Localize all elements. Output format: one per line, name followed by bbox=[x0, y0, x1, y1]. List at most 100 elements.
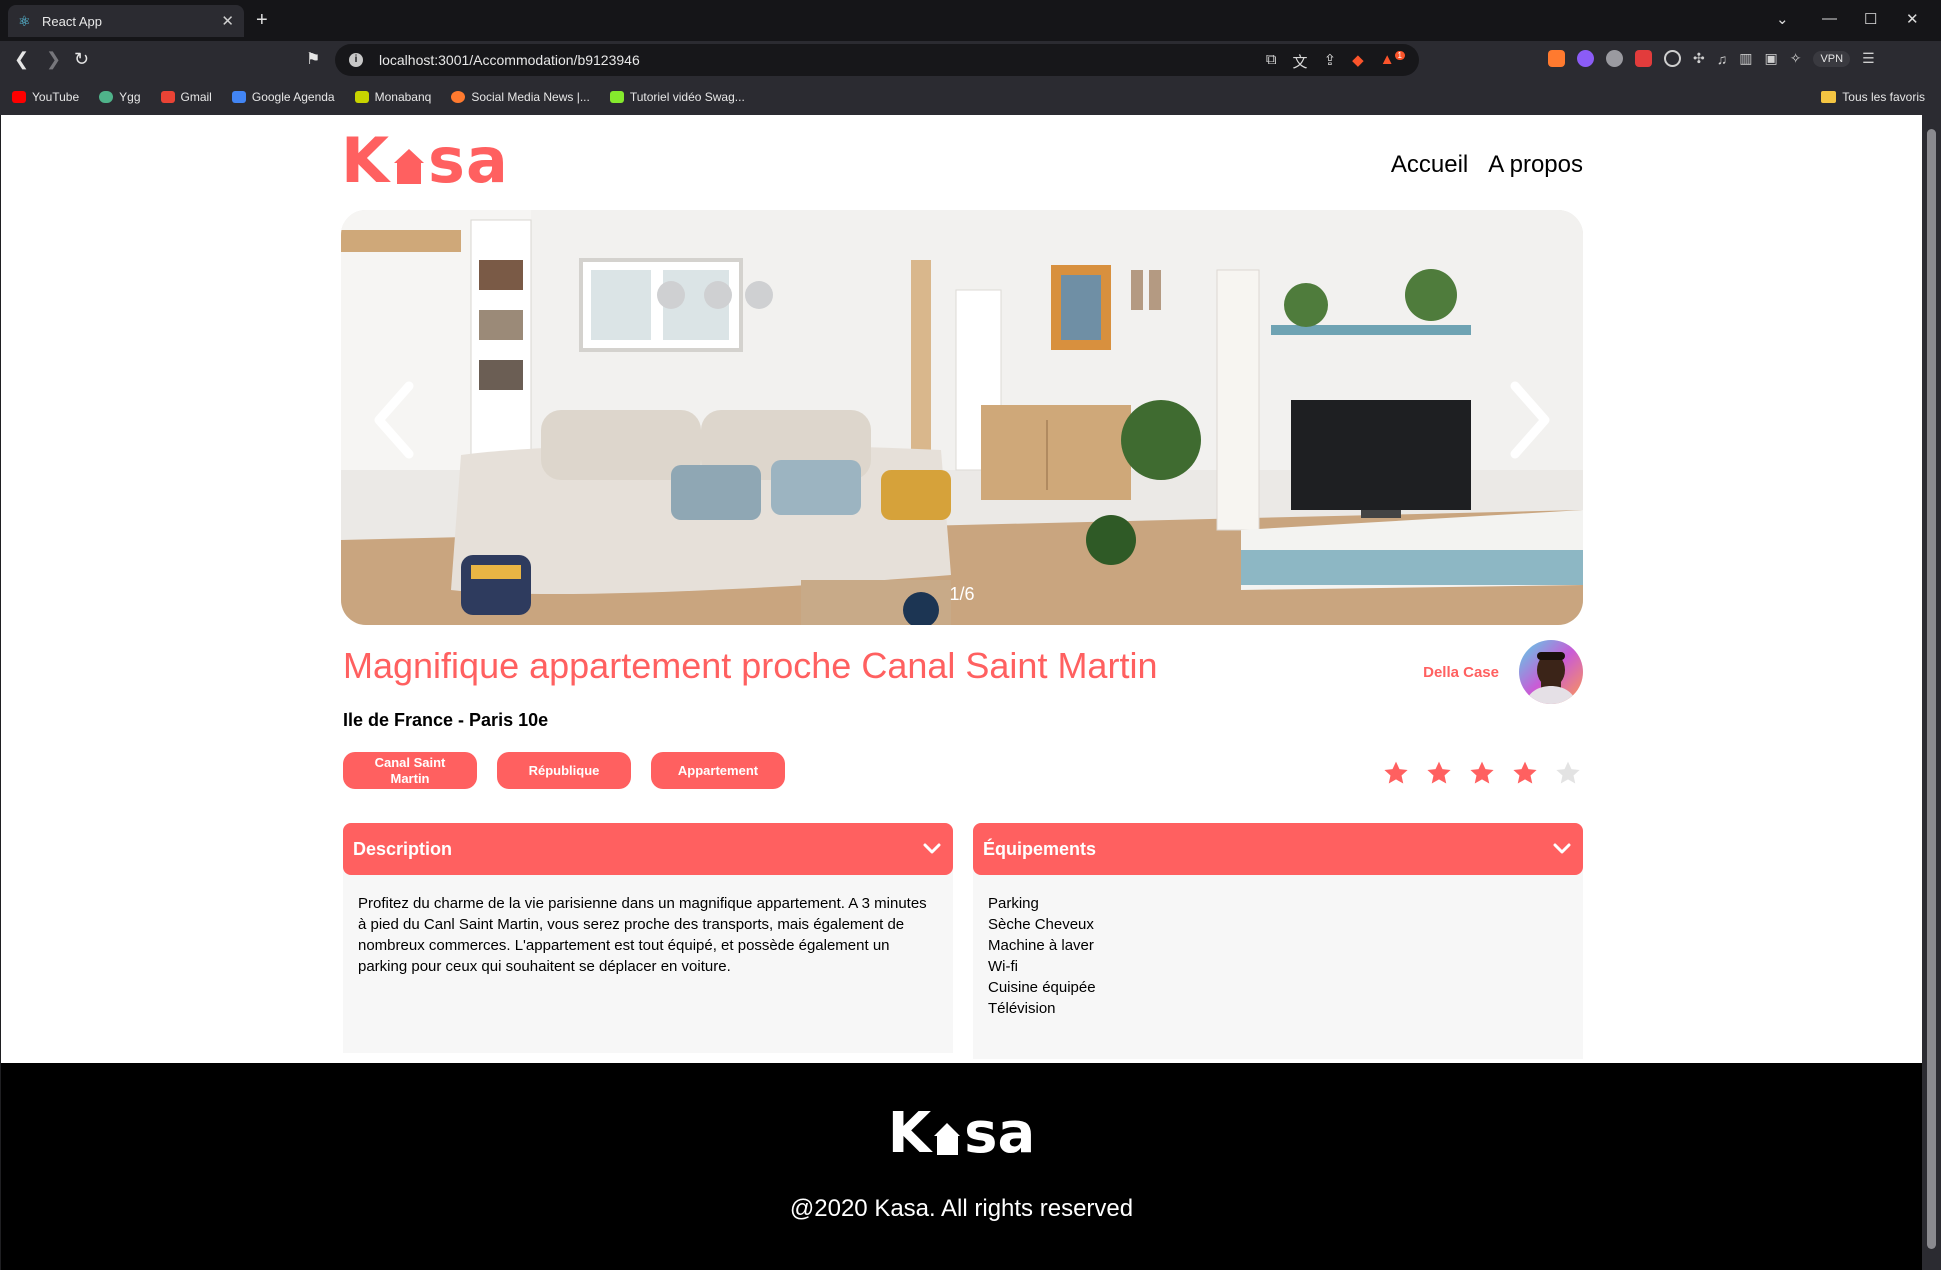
equipments-header[interactable]: Équipements bbox=[973, 823, 1583, 875]
new-tab-icon[interactable]: + bbox=[256, 9, 268, 32]
reload-icon[interactable]: ↻ bbox=[74, 49, 89, 70]
footer-logo-letter-k: K bbox=[887, 1101, 932, 1166]
list-item: Sèche Cheveux bbox=[988, 916, 1094, 933]
bookmark-ygg[interactable]: Ygg bbox=[99, 90, 141, 104]
logo-letter-k: K bbox=[341, 124, 391, 197]
url-text[interactable]: localhost:3001/Accommodation/b9123946 bbox=[379, 52, 640, 68]
site-footer: Ksa @2020 Kasa. All rights reserved bbox=[1, 1063, 1922, 1270]
url-bar[interactable]: i localhost:3001/Accommodation/b9123946 … bbox=[335, 44, 1419, 76]
browser-tab[interactable]: ⚛ React App ✕ bbox=[8, 5, 244, 37]
star-filled-icon bbox=[1513, 761, 1537, 784]
bookmark-social-media-news[interactable]: Social Media News |... bbox=[451, 90, 590, 104]
media-icon[interactable]: ♫ bbox=[1717, 51, 1728, 67]
minimize-icon[interactable]: — bbox=[1822, 10, 1837, 27]
extensions-row: ✣ ♫ ▥ ▣ ✧ VPN ☰ bbox=[1548, 50, 1875, 67]
kasa-logo[interactable]: Ksa bbox=[341, 124, 509, 197]
list-item: Parking bbox=[988, 895, 1039, 912]
address-toolbar: ❮ ❯ ↻ ⚑ i localhost:3001/Accommodation/b… bbox=[0, 41, 1941, 79]
bookmark-label: Google Agenda bbox=[251, 90, 335, 104]
house-icon bbox=[394, 149, 425, 185]
tab-search-chevron-icon[interactable]: ⌄ bbox=[1776, 10, 1789, 28]
site-info-icon[interactable]: i bbox=[349, 53, 363, 67]
house-icon bbox=[934, 1123, 961, 1155]
bookmark-label: Social Media News |... bbox=[471, 90, 590, 104]
bookmark-label: Monabanq bbox=[374, 90, 432, 104]
maximize-icon[interactable]: ☐ bbox=[1864, 10, 1877, 28]
chevron-down-icon[interactable] bbox=[1553, 843, 1571, 855]
equipments-body: Parking Sèche Cheveux Machine à laver Wi… bbox=[973, 867, 1583, 1059]
extension-5-icon[interactable] bbox=[1664, 50, 1681, 67]
equipments-title: Équipements bbox=[983, 838, 1097, 859]
photo-carousel: 1/6 bbox=[341, 210, 1583, 625]
extension-1-icon[interactable] bbox=[1548, 50, 1565, 67]
all-bookmarks-label: Tous les favoris bbox=[1842, 90, 1925, 104]
bookmarks-bar: YouTube Ygg Gmail Google Agenda Monabanq… bbox=[0, 79, 1941, 115]
bookmark-label: Gmail bbox=[180, 90, 212, 104]
folder-icon bbox=[1821, 91, 1837, 103]
extension-4-icon[interactable] bbox=[1635, 50, 1652, 67]
back-icon[interactable]: ❮ bbox=[14, 49, 29, 70]
extension-3-icon[interactable] bbox=[1606, 50, 1623, 67]
menu-icon[interactable]: ☰ bbox=[1862, 50, 1875, 67]
brave-rewards-icon[interactable]: ▲ 1 bbox=[1380, 51, 1405, 72]
vpn-button[interactable]: VPN bbox=[1813, 50, 1851, 67]
host-info: Della Case bbox=[1423, 640, 1583, 704]
description-header[interactable]: Description bbox=[343, 823, 953, 875]
page-scrollbar[interactable] bbox=[1922, 115, 1941, 1270]
star-rating bbox=[1383, 760, 1581, 786]
chevron-down-icon[interactable] bbox=[923, 843, 941, 855]
share-icon[interactable]: ⇪ bbox=[1324, 51, 1337, 72]
all-bookmarks[interactable]: Tous les favoris bbox=[1821, 90, 1925, 104]
close-tab-icon[interactable]: ✕ bbox=[221, 12, 234, 30]
nav-link-about[interactable]: A propos bbox=[1488, 151, 1583, 179]
star-filled-icon bbox=[1384, 761, 1408, 784]
bookmark-label: YouTube bbox=[32, 90, 80, 104]
next-arrow-icon[interactable] bbox=[1505, 380, 1555, 460]
description-collapse: Description Profitez du charme de la vie… bbox=[343, 823, 953, 1053]
page-viewport: Ksa Accueil A propos 1/6 Magnifique appa… bbox=[1, 115, 1922, 1270]
rewards-badge: 1 bbox=[1394, 51, 1405, 60]
listing-location: Ile de France - Paris 10e bbox=[343, 710, 549, 730]
host-avatar bbox=[1519, 640, 1583, 704]
list-item: Machine à laver bbox=[988, 937, 1094, 954]
previous-arrow-icon[interactable] bbox=[369, 380, 419, 460]
description-title: Description bbox=[353, 838, 453, 859]
nav-link-home[interactable]: Accueil bbox=[1391, 151, 1468, 179]
tag-list: Canal Saint Martin République Appartemen… bbox=[343, 752, 785, 789]
star-filled-icon bbox=[1427, 761, 1451, 784]
bookmark-monabanq[interactable]: Monabanq bbox=[354, 90, 432, 104]
swagger-icon bbox=[609, 91, 624, 103]
bookmark-swagger[interactable]: Tutoriel vidéo Swag... bbox=[609, 90, 745, 104]
tag: Canal Saint Martin bbox=[343, 752, 477, 789]
extension-2-icon[interactable] bbox=[1577, 50, 1594, 67]
list-item: Télévision bbox=[988, 1000, 1056, 1017]
close-window-icon[interactable]: ✕ bbox=[1906, 10, 1919, 28]
list-item: Cuisine équipée bbox=[988, 979, 1096, 996]
living-room-photo bbox=[341, 210, 1583, 625]
listing-title: Magnifique appartement proche Canal Sain… bbox=[343, 645, 1158, 686]
social-media-news-icon bbox=[451, 91, 466, 103]
bookmark-label: Tutoriel vidéo Swag... bbox=[629, 90, 745, 104]
brave-shields-icon[interactable]: ◆ bbox=[1352, 51, 1364, 72]
list-item: Wi-fi bbox=[988, 958, 1018, 975]
youtube-icon bbox=[12, 91, 26, 103]
wallet-icon[interactable]: ▣ bbox=[1764, 50, 1777, 67]
sidebar-icon[interactable]: ▥ bbox=[1739, 50, 1752, 67]
bookmark-gmail[interactable]: Gmail bbox=[160, 90, 212, 104]
leo-ai-icon[interactable]: ✧ bbox=[1790, 50, 1802, 67]
browser-tab-bar: ⚛ React App ✕ + ⌄ — ☐ ✕ bbox=[0, 0, 1941, 41]
tag: Appartement bbox=[651, 752, 785, 789]
host-name: Della Case bbox=[1423, 663, 1499, 681]
bookmark-google-agenda[interactable]: Google Agenda bbox=[231, 90, 335, 104]
open-external-icon[interactable]: ⧉ bbox=[1266, 51, 1277, 72]
extensions-puzzle-icon[interactable]: ✣ bbox=[1693, 50, 1705, 67]
forward-icon[interactable]: ❯ bbox=[46, 49, 61, 70]
bookmark-label: Ygg bbox=[119, 90, 141, 104]
equipments-list: Parking Sèche Cheveux Machine à laver Wi… bbox=[988, 893, 1568, 1019]
bookmark-youtube[interactable]: YouTube bbox=[12, 90, 79, 104]
bookmark-icon[interactable]: ⚑ bbox=[306, 49, 320, 69]
translate-icon[interactable]: 文 bbox=[1293, 51, 1308, 72]
google-agenda-icon bbox=[231, 91, 246, 103]
scrollbar-thumb[interactable] bbox=[1927, 129, 1936, 1249]
star-filled-icon bbox=[1470, 761, 1494, 784]
